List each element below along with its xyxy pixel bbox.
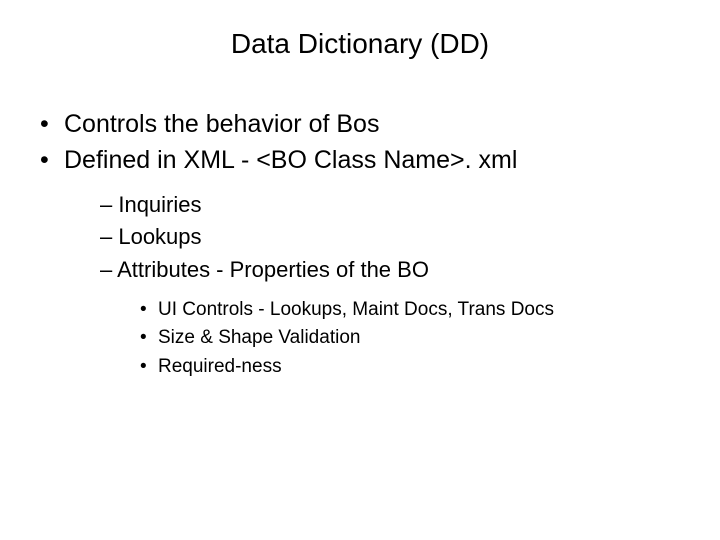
bullet-item: – Attributes - Properties of the BO UI C… bbox=[100, 255, 720, 381]
bullet-item: Required-ness bbox=[140, 353, 720, 382]
bullet-item: Controls the behavior of Bos bbox=[40, 108, 720, 142]
bullet-item: Size & Shape Validation bbox=[140, 324, 720, 353]
bullet-list-level1: Controls the behavior of Bos Defined in … bbox=[0, 108, 720, 381]
bullet-item: Defined in XML - <BO Class Name>. xml – … bbox=[40, 144, 720, 382]
slide: Data Dictionary (DD) Controls the behavi… bbox=[0, 0, 720, 540]
bullet-list-level2: – Inquiries – Lookups – Attributes - Pro… bbox=[64, 190, 720, 382]
bullet-item: – Lookups bbox=[100, 222, 720, 253]
bullet-text: – Attributes - Properties of the BO bbox=[100, 257, 429, 282]
bullet-item: – Inquiries bbox=[100, 190, 720, 221]
bullet-text: Defined in XML - <BO Class Name>. xml bbox=[64, 146, 517, 174]
bullet-item: UI Controls - Lookups, Maint Docs, Trans… bbox=[140, 296, 720, 325]
bullet-list-level3: UI Controls - Lookups, Maint Docs, Trans… bbox=[100, 296, 720, 382]
slide-title: Data Dictionary (DD) bbox=[0, 28, 720, 60]
